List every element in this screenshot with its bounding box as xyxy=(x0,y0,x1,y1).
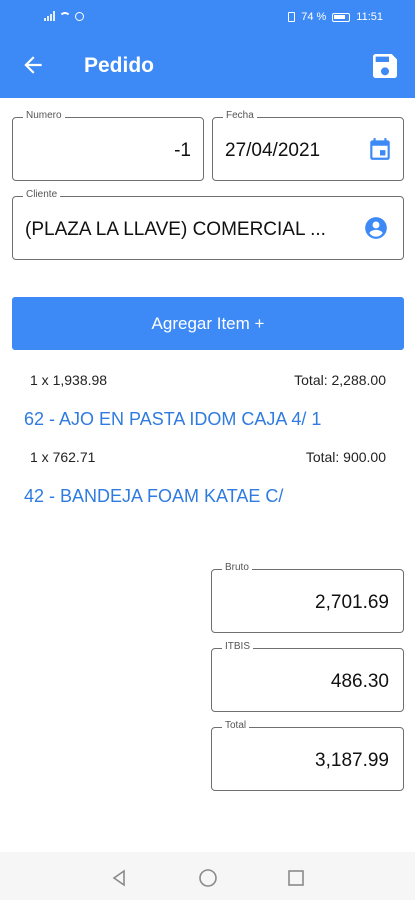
alarm-icon xyxy=(75,11,84,21)
status-left xyxy=(44,11,84,21)
account-circle-icon[interactable] xyxy=(363,215,389,241)
total-value: 3,187.99 xyxy=(315,750,389,771)
item-qty-price: 1 x 1,938.98 xyxy=(30,372,108,388)
calendar-icon[interactable] xyxy=(367,136,393,162)
item-qty-price: 1 x 762.71 xyxy=(30,449,96,465)
fecha-value: 27/04/2021 xyxy=(225,140,321,161)
item-product-link[interactable]: 62 - AJO EN PASTA IDOM CAJA 4/ 1 xyxy=(24,409,321,430)
signal-icon xyxy=(44,11,55,21)
vibrate-icon xyxy=(288,12,296,22)
status-bar: 74 % 11:51 xyxy=(0,0,415,34)
cliente-value: (PLAZA LA LLAVE) COMERCIAL ... xyxy=(25,219,326,240)
nav-home-icon[interactable] xyxy=(198,868,218,888)
itbis-field: ITBIS 486.30 xyxy=(211,641,404,712)
page-title: Pedido xyxy=(84,54,155,77)
nav-recents-icon[interactable] xyxy=(286,868,306,888)
item-product-link[interactable]: 42 - BANDEJA FOAM KATAE C/ xyxy=(24,486,283,507)
app-bar: 74 % 11:51 Pedido xyxy=(0,0,415,98)
cliente-field[interactable]: Cliente (PLAZA LA LLAVE) COMERCIAL ... xyxy=(12,189,404,260)
bruto-value: 2,701.69 xyxy=(315,592,389,613)
numero-value: -1 xyxy=(174,140,191,161)
save-icon[interactable] xyxy=(369,50,401,82)
status-right: 74 % 11:51 xyxy=(288,11,383,23)
bruto-field: Bruto 2,701.69 xyxy=(211,562,404,633)
bruto-label: Bruto xyxy=(222,562,252,573)
itbis-value: 486.30 xyxy=(330,671,389,692)
fecha-label: Fecha xyxy=(223,110,257,121)
status-time: 11:51 xyxy=(356,11,383,23)
battery-icon xyxy=(332,12,351,22)
itbis-label: ITBIS xyxy=(222,641,254,652)
total-label: Total xyxy=(222,720,250,731)
system-nav-bar xyxy=(0,852,415,900)
numero-field[interactable]: Numero -1 xyxy=(12,110,204,181)
battery-percent: 74 % xyxy=(301,11,327,23)
numero-label: Numero xyxy=(23,110,65,121)
fecha-field[interactable]: Fecha 27/04/2021 xyxy=(212,110,404,181)
cliente-label: Cliente xyxy=(23,189,61,200)
item-total: Total: 2,288.00 xyxy=(294,372,386,388)
total-field: Total 3,187.99 xyxy=(211,720,404,791)
nav-back-icon[interactable] xyxy=(109,868,129,888)
add-item-button[interactable]: Agregar Item + xyxy=(12,297,404,350)
back-arrow-icon[interactable] xyxy=(18,52,48,82)
wifi-icon xyxy=(59,11,71,21)
item-total: Total: 900.00 xyxy=(305,449,386,465)
